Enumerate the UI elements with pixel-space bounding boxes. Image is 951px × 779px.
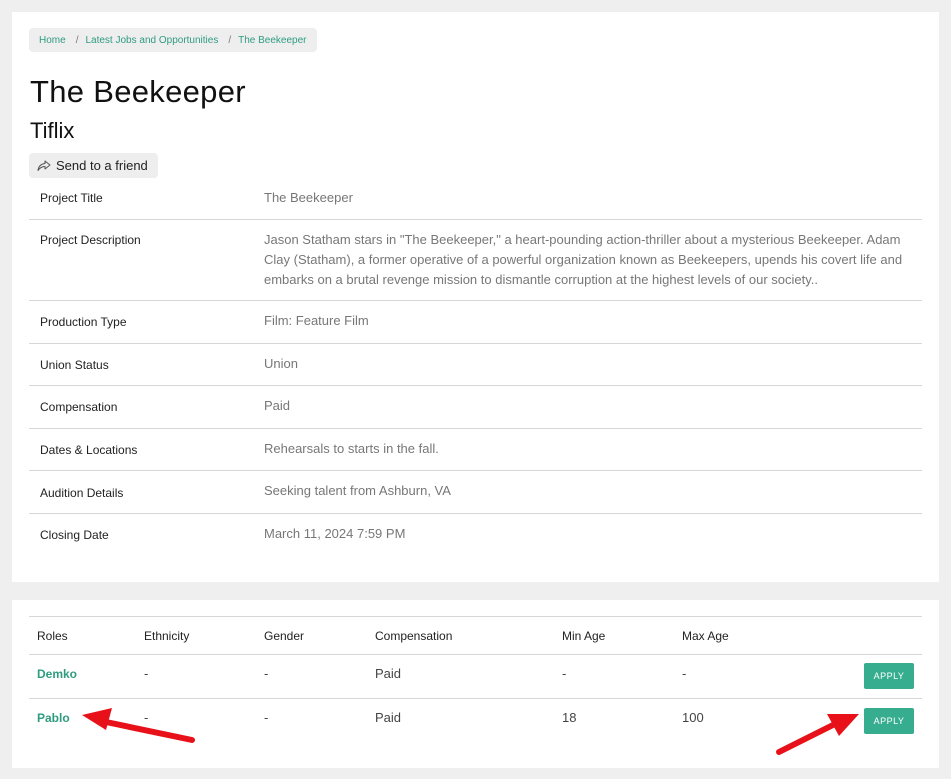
breadcrumb: Home / Latest Jobs and Opportunities / T… <box>29 28 317 52</box>
breadcrumb-separator: / <box>228 34 232 46</box>
detail-label: Project Description <box>40 233 141 247</box>
apply-button-demko[interactable]: APPLY <box>864 663 914 689</box>
breadcrumb-separator: / <box>75 34 79 46</box>
detail-row-compensation: Compensation Paid <box>29 386 922 429</box>
header-ethnicity: Ethnicity <box>144 629 190 643</box>
share-arrow-icon <box>37 160 51 171</box>
detail-row-project-description: Project Description Jason Statham stars … <box>29 220 922 301</box>
detail-label: Union Status <box>40 358 109 372</box>
role-min-age: 18 <box>562 710 577 725</box>
company-name: Tiflix <box>30 118 75 143</box>
project-details-table: Project Title The Beekeeper Project Desc… <box>29 178 922 556</box>
breadcrumb-current[interactable]: The Beekeeper <box>238 35 306 46</box>
table-row: Demko - - Paid - - APPLY <box>29 654 922 698</box>
apply-button-pablo[interactable]: APPLY <box>864 708 914 734</box>
role-max-age: - <box>682 666 687 681</box>
detail-row-union-status: Union Status Union <box>29 344 922 386</box>
detail-label: Audition Details <box>40 486 124 500</box>
header-compensation: Compensation <box>375 629 453 643</box>
detail-label: Closing Date <box>40 528 109 542</box>
detail-label: Compensation <box>40 400 118 414</box>
detail-label: Production Type <box>40 315 127 329</box>
role-link-pablo[interactable]: Pablo <box>37 711 70 725</box>
role-compensation: Paid <box>375 666 402 681</box>
header-max-age: Max Age <box>682 629 729 643</box>
role-gender: - <box>264 710 269 725</box>
detail-value: Union <box>264 356 298 371</box>
detail-value: Seeking talent from Ashburn, VA <box>264 483 451 498</box>
header-gender: Gender <box>264 629 305 643</box>
role-compensation: Paid <box>375 710 402 725</box>
detail-row-audition-details: Audition Details Seeking talent from Ash… <box>29 471 922 514</box>
role-max-age: 100 <box>682 710 704 725</box>
detail-value: Rehearsals to starts in the fall. <box>264 441 439 456</box>
detail-value: March 11, 2024 7:59 PM <box>264 526 406 541</box>
roles-header-row: Roles Ethnicity Gender Compensation Min … <box>29 616 922 654</box>
role-ethnicity: - <box>144 710 149 725</box>
detail-value: Paid <box>264 398 291 413</box>
header-min-age: Min Age <box>562 629 606 643</box>
role-min-age: - <box>562 666 567 681</box>
breadcrumb-home[interactable]: Home <box>39 35 66 46</box>
roles-card: Roles Ethnicity Gender Compensation Min … <box>12 600 939 768</box>
detail-label: Project Title <box>40 191 103 205</box>
send-to-friend-label: Send to a friend <box>56 158 148 173</box>
detail-label: Dates & Locations <box>40 443 138 457</box>
breadcrumb-latest-jobs[interactable]: Latest Jobs and Opportunities <box>85 35 218 46</box>
detail-row-closing-date: Closing Date March 11, 2024 7:59 PM <box>29 514 922 556</box>
table-row: Pablo - - Paid 18 100 APPLY <box>29 698 922 743</box>
detail-row-production-type: Production Type Film: Feature Film <box>29 301 922 344</box>
detail-value: Film: Feature Film <box>264 313 369 328</box>
detail-value: Jason Statham stars in "The Beekeeper," … <box>264 232 903 287</box>
header-roles: Roles <box>37 629 68 643</box>
roles-table: Roles Ethnicity Gender Compensation Min … <box>29 616 922 743</box>
role-link-demko[interactable]: Demko <box>37 667 77 681</box>
send-to-friend-button[interactable]: Send to a friend <box>29 153 158 178</box>
page-title: The Beekeeper <box>30 74 246 109</box>
detail-row-project-title: Project Title The Beekeeper <box>29 178 922 220</box>
job-detail-card: Home / Latest Jobs and Opportunities / T… <box>12 12 939 582</box>
detail-row-dates-locations: Dates & Locations Rehearsals to starts i… <box>29 429 922 471</box>
role-ethnicity: - <box>144 666 149 681</box>
detail-value: The Beekeeper <box>264 190 353 205</box>
role-gender: - <box>264 666 269 681</box>
